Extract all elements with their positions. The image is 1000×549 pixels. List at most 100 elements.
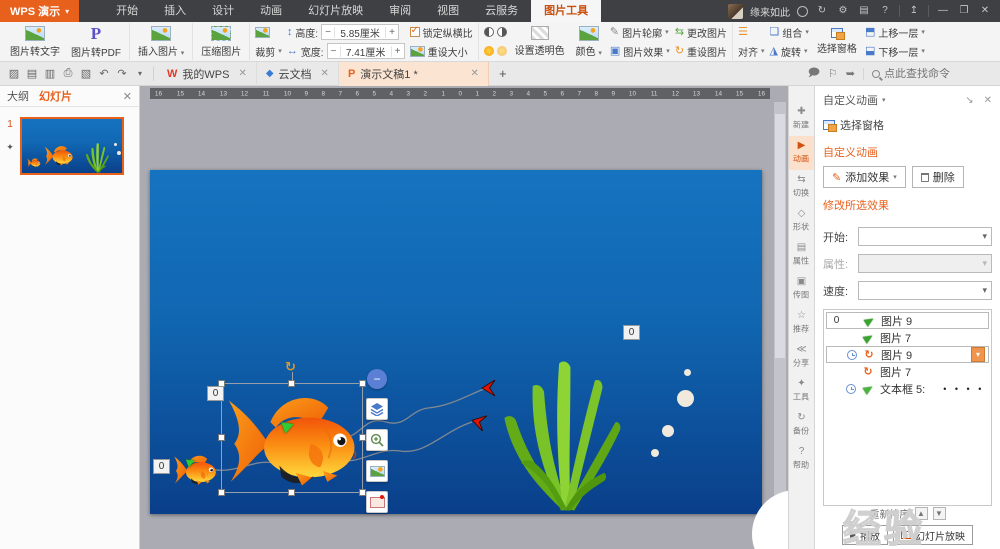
bubble-image[interactable] bbox=[651, 449, 659, 457]
sidebar-item-properties[interactable]: ▤ 属性 bbox=[789, 238, 814, 272]
seaweed-image[interactable] bbox=[495, 328, 627, 514]
sidebar-item-share[interactable]: ≪ 分享 bbox=[789, 340, 814, 374]
tab-design[interactable]: 设计 bbox=[199, 0, 247, 22]
tab-animation[interactable]: 动画 bbox=[247, 0, 295, 22]
animation-star-icon[interactable]: ✦ bbox=[6, 142, 14, 153]
close-icon[interactable]: ✕ bbox=[471, 68, 479, 79]
tab-cloud[interactable]: 云服务 bbox=[472, 0, 531, 22]
animation-item[interactable]: 0 图片 9 bbox=[826, 312, 989, 329]
redo-icon[interactable]: ↷ bbox=[113, 67, 131, 80]
group-button[interactable]: ❏ 组合 ▾ bbox=[770, 25, 809, 40]
width-stepper[interactable]: − 7.41厘米 + bbox=[326, 43, 405, 59]
height-decrease[interactable]: − bbox=[322, 26, 336, 38]
feedback-icon[interactable]: ↻ bbox=[815, 0, 829, 22]
motion-path-end-marker[interactable] bbox=[470, 413, 488, 431]
slide-thumbnail[interactable] bbox=[20, 117, 124, 175]
reset-size-button[interactable]: 重设大小 bbox=[409, 44, 473, 59]
mood-icon[interactable] bbox=[797, 5, 808, 17]
sidebar-item-animation[interactable]: ▶ 动画 bbox=[789, 136, 814, 170]
skin-icon[interactable]: ▤ bbox=[857, 0, 871, 22]
color-button[interactable]: 颜色 ▾ bbox=[573, 25, 605, 58]
contrast-down-icon[interactable] bbox=[496, 27, 507, 37]
pic-to-pdf-button[interactable]: P 图片转PDF bbox=[68, 25, 124, 59]
crop-button[interactable]: 裁剪 ▾ bbox=[255, 44, 282, 59]
sidebar-item-shapes[interactable]: ◇ 形状 bbox=[789, 204, 814, 238]
close-icon[interactable]: ✕ bbox=[238, 68, 246, 79]
brightness-up-icon[interactable] bbox=[483, 46, 494, 56]
resize-handle[interactable] bbox=[288, 489, 295, 496]
sidebar-item-backup[interactable]: ↻ 备份 bbox=[789, 408, 814, 442]
pic-to-text-button[interactable]: 图片转文字 bbox=[7, 25, 63, 58]
close-icon[interactable]: ✕ bbox=[321, 68, 329, 79]
tab-review[interactable]: 审阅 bbox=[376, 0, 424, 22]
undo-icon[interactable]: ↶ bbox=[95, 67, 113, 80]
crop-icon-button[interactable] bbox=[255, 25, 282, 40]
send-backward-button[interactable]: ⬓ 下移一层 ▾ bbox=[865, 44, 925, 59]
sidebar-item-recommend[interactable]: ☆ 推荐 bbox=[789, 306, 814, 340]
layer-order-button[interactable] bbox=[366, 398, 388, 420]
bubble-image[interactable] bbox=[677, 390, 694, 407]
command-search[interactable] bbox=[863, 67, 992, 80]
brightness-down-icon[interactable] bbox=[496, 46, 507, 56]
print-icon[interactable]: ⎙ bbox=[59, 67, 77, 80]
tab-home[interactable]: 开始 bbox=[103, 0, 151, 22]
close-button[interactable]: ✕ bbox=[978, 0, 992, 22]
bring-forward-button[interactable]: ⬒ 上移一层 ▾ bbox=[865, 25, 925, 40]
set-transparent-button[interactable]: 设置透明色 bbox=[512, 26, 568, 57]
width-increase[interactable]: + bbox=[390, 45, 404, 57]
fullscreen-icon[interactable]: ↥ bbox=[907, 0, 921, 22]
align-button[interactable]: 对齐 ▾ bbox=[738, 44, 765, 59]
insert-picture-button[interactable]: 插入图片 ▾ bbox=[135, 25, 187, 58]
tab-slides[interactable]: 幻灯片 bbox=[39, 88, 72, 104]
restore-button[interactable]: ❐ bbox=[957, 0, 971, 22]
resize-handle[interactable] bbox=[288, 380, 295, 387]
width-value[interactable]: 7.41厘米 bbox=[341, 44, 391, 59]
reset-picture-button[interactable]: ↻ 重设图片 bbox=[675, 44, 727, 59]
tab-presentation1[interactable]: P 演示文稿1 * ✕ bbox=[338, 61, 489, 86]
dock-icon[interactable]: ↘ bbox=[965, 95, 973, 106]
resize-handle[interactable] bbox=[359, 434, 366, 441]
template-icon[interactable]: ⚐ bbox=[828, 67, 838, 80]
collapse-toolbar-button[interactable]: − bbox=[367, 369, 387, 389]
open-folder-icon[interactable]: ▨ bbox=[5, 67, 23, 80]
search-input[interactable] bbox=[884, 67, 992, 80]
width-decrease[interactable]: − bbox=[328, 45, 341, 57]
message-icon[interactable]: 🗩 bbox=[808, 64, 820, 83]
animation-item[interactable]: 图片 7 bbox=[826, 363, 989, 380]
username[interactable]: 缘来如此 bbox=[750, 4, 790, 19]
animation-item[interactable]: 图片 7 bbox=[826, 329, 989, 346]
tab-outline[interactable]: 大纲 bbox=[7, 88, 29, 104]
resize-handle[interactable] bbox=[218, 434, 225, 441]
sidebar-item-tools[interactable]: ✦ 工具 bbox=[789, 374, 814, 408]
speed-select[interactable] bbox=[858, 281, 992, 300]
replace-picture-button[interactable] bbox=[366, 491, 388, 513]
start-select[interactable] bbox=[858, 227, 992, 246]
item-dropdown-button[interactable]: ▾ bbox=[971, 347, 985, 362]
delete-effect-button[interactable]: 删除 bbox=[911, 166, 964, 188]
wps-app-button[interactable]: WPS 演示 ▾ bbox=[0, 0, 80, 22]
move-down-button[interactable]: ▼ bbox=[932, 507, 946, 520]
quick-access-dropdown-icon[interactable]: ▾ bbox=[131, 69, 149, 78]
lock-aspect-checkbox[interactable]: 锁定纵横比 bbox=[409, 25, 473, 40]
height-value[interactable]: 5.85厘米 bbox=[335, 25, 385, 40]
animation-item-selected[interactable]: 图片 9 ▾ bbox=[826, 346, 989, 363]
tab-cloud-docs[interactable]: ◆ 云文档 ✕ bbox=[257, 61, 339, 86]
vertical-scrollbar[interactable] bbox=[774, 102, 786, 545]
change-picture-button[interactable]: ⇆ 更改图片 bbox=[675, 25, 727, 40]
sidebar-item-transition[interactable]: ⇆ 切换 bbox=[789, 170, 814, 204]
sidebar-item-upload[interactable]: ▣ 传图 bbox=[789, 272, 814, 306]
height-stepper[interactable]: − 5.85厘米 + bbox=[321, 24, 400, 40]
add-effect-button[interactable]: ✎ 添加效果 ▾ bbox=[823, 166, 906, 188]
tab-view[interactable]: 视图 bbox=[424, 0, 472, 22]
save-icon[interactable]: ▤ bbox=[23, 67, 41, 80]
crop-object-button[interactable] bbox=[366, 460, 388, 482]
slide[interactable]: ↻ 0 0 0 − bbox=[150, 170, 762, 514]
motion-path-end-marker[interactable] bbox=[480, 379, 498, 397]
bubble-image[interactable] bbox=[684, 369, 691, 376]
animation-item[interactable]: 文本框 5: • • • • bbox=[826, 380, 989, 397]
chevron-down-icon[interactable]: ▾ bbox=[882, 96, 886, 104]
avatar[interactable] bbox=[728, 3, 743, 19]
picture-outline-button[interactable]: ✎ 图片轮廓 ▾ bbox=[610, 25, 670, 40]
goldfish-small-image[interactable] bbox=[173, 447, 218, 491]
tab-slideshow[interactable]: 幻灯片放映 bbox=[295, 0, 376, 22]
